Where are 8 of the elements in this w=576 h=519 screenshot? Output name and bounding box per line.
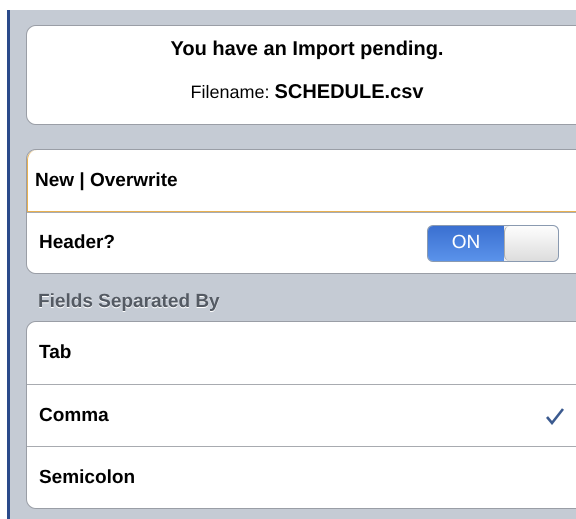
option-item[interactable]: Tab	[27, 322, 576, 384]
option-item[interactable]: Comma	[27, 384, 576, 446]
filename-text: Filename: SCHEDULE.csv	[190, 81, 424, 104]
header-switch[interactable]: ON	[427, 224, 559, 262]
option-item[interactable]: Semicolon	[27, 446, 576, 508]
notice-title: You have an Import pending.	[170, 38, 444, 61]
section-header: Fields Separated By	[37, 290, 220, 313]
header-label: Header?	[39, 232, 116, 254]
